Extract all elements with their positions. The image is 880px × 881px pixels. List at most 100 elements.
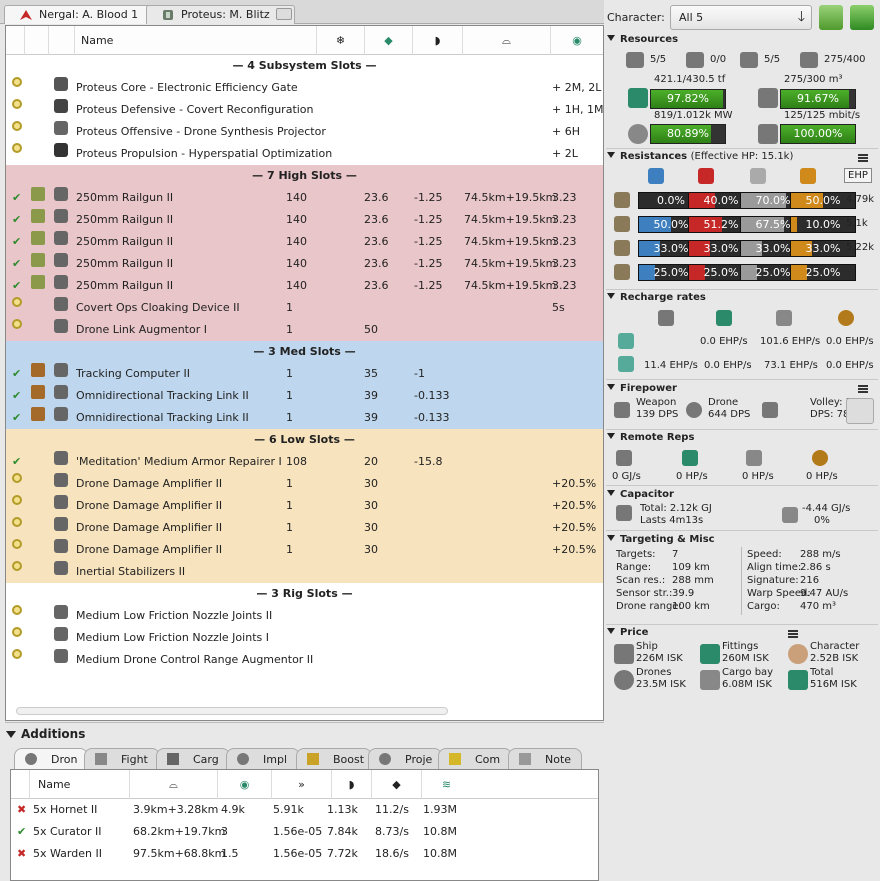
module-row[interactable]: ✔ Tracking Computer II 1 35 -1 [6, 363, 603, 385]
hull-layer-icon [614, 240, 630, 256]
online-state-icon[interactable] [12, 99, 22, 109]
menu-icon[interactable] [858, 154, 868, 162]
online-state-icon[interactable] [12, 143, 22, 153]
menu-icon[interactable] [858, 385, 868, 393]
firepower-header[interactable]: Firepower [607, 383, 677, 394]
tab-notes[interactable]: Note [508, 748, 582, 769]
character-editor-button[interactable] [850, 5, 874, 30]
column-dps-icon[interactable]: ◆ [371, 770, 421, 799]
column-name[interactable]: Name [74, 26, 314, 55]
active-state-icon[interactable]: ✔ [12, 187, 22, 204]
module-row[interactable]: Covert Ops Cloaking Device II 1 5s [6, 297, 603, 319]
passive-shield-icon [658, 310, 674, 326]
collapse-arrow-icon[interactable] [6, 731, 16, 738]
active-state-icon[interactable]: ✔ [12, 407, 22, 424]
targeting-header[interactable]: Targeting & Misc [607, 534, 715, 545]
online-state-icon[interactable] [12, 649, 22, 659]
module-row[interactable]: ✔ 250mm Railgun II 140 23.6 -1.25 74.5km+19.5… [6, 275, 603, 297]
module-row[interactable]: Medium Drone Control Range Augmentor II [6, 649, 603, 671]
module-row[interactable]: ✔ 'Meditation' Medium Armor Repairer I 108… [6, 451, 603, 473]
price-header[interactable]: Price [607, 627, 648, 638]
active-state-icon[interactable]: ✔ [12, 451, 22, 468]
active-state-icon[interactable]: ✔ [17, 821, 26, 843]
module-row[interactable]: ✔ 250mm Railgun II 140 23.6 -1.25 74.5km+19.5… [6, 231, 603, 253]
resources-header[interactable]: Resources [607, 34, 678, 45]
online-state-icon[interactable] [12, 77, 22, 87]
character-select[interactable]: All 5 🡓 [670, 5, 812, 30]
column-range-icon[interactable]: ⌓ [462, 26, 550, 55]
module-row[interactable]: Drone Damage Amplifier II 1 30 +20.5% [6, 495, 603, 517]
tab-proteus[interactable]: Proteus: M. Blitz✕ [146, 5, 295, 24]
inactive-state-icon[interactable]: ✖ [17, 843, 26, 865]
horizontal-scrollbar[interactable] [16, 707, 448, 715]
resistances-header[interactable]: Resistances (Effective HP: 15.1k) [607, 151, 793, 162]
module-row[interactable]: Drone Damage Amplifier II 1 30 +20.5% [6, 539, 603, 561]
inactive-state-icon[interactable]: ✖ [17, 799, 26, 821]
tab-boosters[interactable]: Boost [296, 748, 372, 769]
online-state-icon[interactable] [12, 539, 22, 549]
tab-cargo[interactable]: Carg [156, 748, 230, 769]
tab-fighters[interactable]: Fight [84, 748, 160, 769]
module-row[interactable]: Proteus Defensive - Covert Reconfigurati… [6, 99, 603, 121]
drone-row[interactable]: ✖ 5x Hornet II 3.9km+3.28km 4.9k 5.91k 1.13k 1… [11, 799, 598, 821]
online-state-icon[interactable] [12, 517, 22, 527]
module-row[interactable]: Proteus Core - Electronic Efficiency Gat… [6, 77, 603, 99]
drone-row[interactable]: ✖ 5x Warden II 97.5km+68.8km 1.5 1.56e-05 7.7… [11, 843, 598, 865]
recharge-header[interactable]: Recharge rates [607, 292, 706, 303]
module-row[interactable]: Proteus Offensive - Drone Synthesis Proj… [6, 121, 603, 143]
active-state-icon[interactable]: ✔ [12, 275, 22, 292]
refresh-character-button[interactable] [819, 5, 843, 30]
tab-nergal[interactable]: Nergal: A. Blood 1✕ [4, 5, 164, 24]
module-row[interactable]: Drone Link Augmentor I 1 50 [6, 319, 603, 341]
capacitor-header[interactable]: Capacitor [607, 489, 674, 500]
module-row[interactable]: ✔ 250mm Railgun II 140 23.6 -1.25 74.5km+19.5… [6, 187, 603, 209]
online-state-icon[interactable] [12, 605, 22, 615]
active-state-icon[interactable]: ✔ [12, 253, 22, 270]
column-powergrid-icon[interactable]: ◆ [364, 26, 412, 55]
column-name[interactable]: Name [29, 770, 129, 799]
remote-reps-header[interactable]: Remote Reps [607, 432, 694, 443]
module-row[interactable]: Drone Damage Amplifier II 1 30 +20.5% [6, 473, 603, 495]
online-state-icon[interactable] [12, 319, 22, 329]
charge-icon [31, 187, 45, 201]
module-row[interactable]: Proteus Propulsion - Hyperspatial Optimi… [6, 143, 603, 165]
active-state-icon[interactable]: ✔ [12, 209, 22, 226]
charge-icon [31, 253, 45, 267]
module-row[interactable]: ✔ 250mm Railgun II 140 23.6 -1.25 74.5km+19.5… [6, 253, 603, 275]
column-capacitor-icon[interactable]: ◗ [412, 26, 462, 55]
online-state-icon[interactable] [12, 561, 22, 571]
online-state-icon[interactable] [12, 473, 22, 483]
module-row[interactable]: Medium Low Friction Nozzle Joints II [6, 605, 603, 627]
menu-icon[interactable] [788, 630, 798, 638]
online-state-icon[interactable] [12, 495, 22, 505]
column-hp-icon[interactable]: ◗ [331, 770, 371, 799]
module-row[interactable]: Medium Low Friction Nozzle Joints I [6, 627, 603, 649]
column-range-icon[interactable]: ⌓ [129, 770, 217, 799]
column-speed-icon[interactable]: ◉ [550, 26, 603, 55]
column-speed-icon[interactable]: ◉ [217, 770, 271, 799]
module-row[interactable]: ✔ Omnidirectional Tracking Link II 1 39 -0.1… [6, 407, 603, 429]
column-tracking-icon[interactable]: » [271, 770, 331, 799]
module-row[interactable]: Inertial Stabilizers II [6, 561, 603, 583]
module-row[interactable]: ✔ Omnidirectional Tracking Link II 1 39 -0.1… [6, 385, 603, 407]
damage-pattern-button[interactable] [846, 398, 874, 424]
script-icon [31, 407, 45, 421]
online-state-icon[interactable] [12, 627, 22, 637]
online-state-icon[interactable] [12, 297, 22, 307]
tab-projected[interactable]: Proje [368, 748, 442, 769]
tab-drones[interactable]: Dron [14, 748, 88, 769]
volley-icon [762, 402, 778, 418]
module-row[interactable]: ✔ 250mm Railgun II 140 23.6 -1.25 74.5km+19.5… [6, 209, 603, 231]
tab-implants[interactable]: Impl [226, 748, 300, 769]
new-tab-button[interactable] [276, 8, 292, 20]
online-state-icon[interactable] [12, 121, 22, 131]
tab-command[interactable]: Com [438, 748, 512, 769]
module-row[interactable]: Drone Damage Amplifier II 1 30 +20.5% [6, 517, 603, 539]
active-state-icon[interactable]: ✔ [12, 363, 22, 380]
additions-title[interactable]: Additions [6, 727, 85, 741]
column-cpu-icon[interactable]: ❄ [316, 26, 364, 55]
drone-row[interactable]: ✔ 5x Curator II 68.2km+19.7km 3 1.56e-05 7.84… [11, 821, 598, 843]
column-price-icon[interactable]: ≋ [421, 770, 471, 799]
active-state-icon[interactable]: ✔ [12, 385, 22, 402]
active-state-icon[interactable]: ✔ [12, 231, 22, 248]
